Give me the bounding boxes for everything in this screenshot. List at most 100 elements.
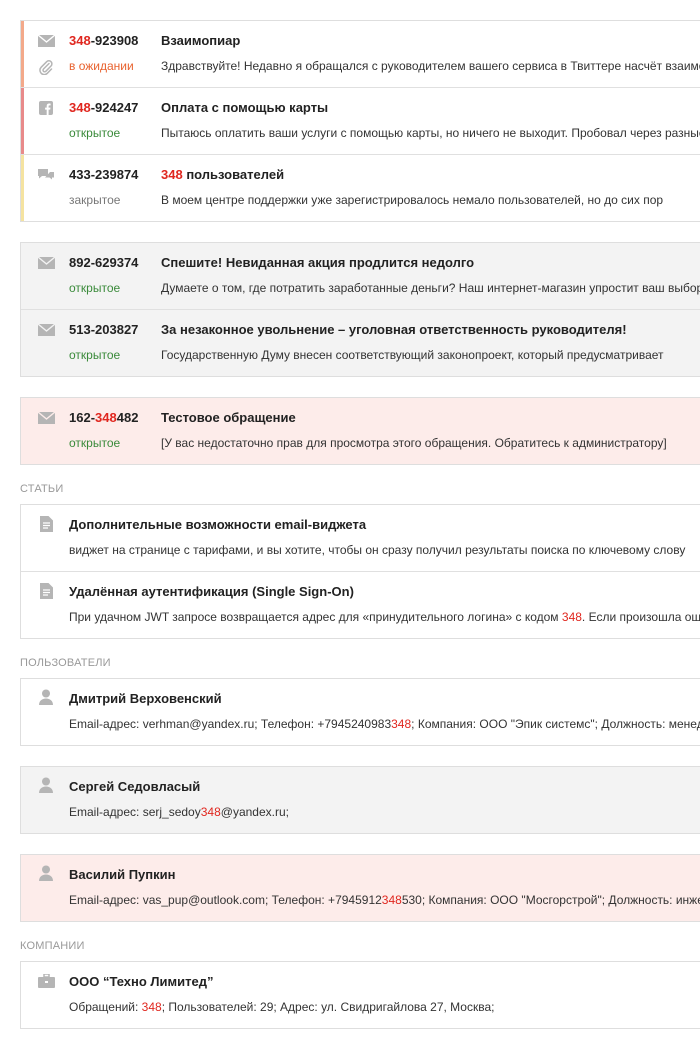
- section-header-users: ПОЛЬЗОВАТЕЛИ: [20, 657, 111, 669]
- ticket-row[interactable]: 348-923908 Взаимопиар в ожидании Здравст…: [21, 21, 700, 88]
- section-header-companies: КОМПАНИИ: [20, 940, 85, 952]
- ticket-status: в ожидании: [69, 59, 134, 73]
- user-name[interactable]: Сергей Седовласый: [69, 779, 200, 794]
- user-details-part: 530; Компания: ООО "Мосгорстрой"; Должно…: [401, 893, 700, 907]
- ticket-row[interactable]: 513-203827 За незаконное увольнение – уг…: [21, 310, 700, 376]
- tickets-group: 162-348482 Тестовое обращение открытое […: [20, 397, 700, 465]
- ticket-number[interactable]: 348-923908: [69, 33, 138, 48]
- user-details-part: Email-адрес: verhman@yandex.ru; Телефон:…: [69, 717, 392, 731]
- article-title[interactable]: Удалённая аутентификация (Single Sign-On…: [69, 584, 354, 599]
- article-row[interactable]: Удалённая аутентификация (Single Sign-On…: [21, 572, 700, 638]
- user-details-part: Email-адрес: vas_pup@outlook.com; Телефо…: [69, 893, 382, 907]
- user-card: Василий Пупкин Email-адрес: vas_pup@outl…: [20, 854, 700, 922]
- ticket-row[interactable]: 348-924247 Оплата с помощью карты открыт…: [21, 88, 700, 155]
- ticket-title[interactable]: Оплата с помощью карты: [161, 100, 328, 115]
- company-name[interactable]: ООО “Техно Лимитед”: [69, 974, 214, 989]
- tickets-group: 348-923908 Взаимопиар в ожидании Здравст…: [20, 20, 700, 222]
- ticket-excerpt: Пытаюсь оплатить ваши услуги с помощью к…: [161, 126, 700, 140]
- company-details-part: Обращений:: [69, 1000, 142, 1014]
- ticket-excerpt: Государственную Думу внесен соответствую…: [161, 348, 664, 362]
- priority-stripe: [21, 88, 24, 154]
- article-row[interactable]: Дополнительные возможности email-виджета…: [21, 505, 700, 572]
- ticket-title[interactable]: За незаконное увольнение – уголовная отв…: [161, 322, 627, 337]
- mail-icon: [37, 410, 55, 426]
- ticket-number-rest: -923908: [90, 33, 139, 48]
- company-details-match: 348: [141, 1000, 162, 1014]
- tickets-group: 892-629374 Спешите! Невиданная акция про…: [20, 242, 700, 377]
- priority-stripe: [21, 21, 24, 87]
- ticket-title[interactable]: Спешите! Невиданная акция продлится недо…: [161, 255, 474, 270]
- user-details-part: Email-адрес: serj_sedoy: [69, 805, 201, 819]
- paperclip-icon: [37, 59, 55, 75]
- ticket-row[interactable]: 892-629374 Спешите! Невиданная акция про…: [21, 243, 700, 310]
- ticket-number[interactable]: 892-629374: [69, 255, 138, 270]
- ticket-status: закрытое: [69, 193, 121, 207]
- ticket-status: открытое: [69, 126, 121, 140]
- ticket-status: открытое: [69, 281, 121, 295]
- article-excerpt: При удачном JWT запросе возвращается адр…: [69, 610, 700, 624]
- article-excerpt-part: При удачном JWT запросе возвращается адр…: [69, 610, 562, 624]
- section-header-articles: СТАТЬИ: [20, 483, 64, 495]
- user-details: Email-адрес: verhman@yandex.ru; Телефон:…: [69, 717, 700, 731]
- articles-group: Дополнительные возможности email-виджета…: [20, 504, 700, 639]
- ticket-excerpt: Думаете о том, где потратить заработанны…: [161, 281, 700, 295]
- user-details-part: @yandex.ru;: [220, 805, 289, 819]
- ticket-title[interactable]: Взаимопиар: [161, 33, 240, 48]
- ticket-row[interactable]: 433-239874 348 пользователей закрытое В …: [21, 155, 700, 221]
- ticket-number-match: 348: [69, 100, 91, 115]
- ticket-excerpt: [У вас недостаточно прав для просмотра э…: [161, 436, 667, 450]
- company-card: ООО “Техно Лимитед” Обращений: 348; Поль…: [20, 961, 700, 1029]
- article-title[interactable]: Дополнительные возможности email-виджета: [69, 517, 366, 532]
- document-icon: [37, 516, 55, 532]
- article-excerpt: виджет на странице с тарифами, и вы хоти…: [69, 543, 686, 557]
- company-details: Обращений: 348; Пользователей: 29; Адрес…: [69, 1000, 494, 1014]
- user-name[interactable]: Дмитрий Верховенский: [69, 691, 222, 706]
- user-row[interactable]: Сергей Седовласый Email-адрес: serj_sedo…: [21, 767, 700, 833]
- ticket-number-match: 348: [69, 33, 91, 48]
- ticket-title[interactable]: 348 пользователей: [161, 167, 284, 182]
- article-excerpt-part: . Если произошла ошибка: [581, 610, 700, 624]
- ticket-number[interactable]: 348-924247: [69, 100, 138, 115]
- user-card: Дмитрий Верховенский Email-адрес: verhma…: [20, 678, 700, 746]
- ticket-number[interactable]: 433-239874: [69, 167, 138, 182]
- ticket-status: открытое: [69, 436, 121, 450]
- ticket-excerpt: В моем центре поддержки уже зарегистриро…: [161, 193, 664, 207]
- company-row[interactable]: ООО “Техно Лимитед” Обращений: 348; Поль…: [21, 962, 700, 1028]
- ticket-number[interactable]: 513-203827: [69, 322, 138, 337]
- facebook-icon: [37, 100, 55, 116]
- search-results: 348-923908 Взаимопиар в ожидании Здравст…: [0, 0, 700, 1049]
- chat-icon: [37, 167, 55, 183]
- ticket-excerpt: Здравствуйте! Недавно я обращался с руко…: [161, 59, 700, 73]
- user-details-match: 348: [391, 717, 412, 731]
- document-icon: [37, 583, 55, 599]
- mail-icon: [37, 255, 55, 271]
- ticket-title-match: 348: [161, 167, 183, 182]
- user-icon: [37, 865, 55, 881]
- user-details: Email-адрес: serj_sedoy348@yandex.ru;: [69, 805, 289, 819]
- article-excerpt-match: 348: [561, 610, 582, 624]
- ticket-number-part: 482: [116, 410, 139, 425]
- ticket-title[interactable]: Тестовое обращение: [161, 410, 296, 425]
- ticket-number[interactable]: 162-348482: [69, 410, 138, 425]
- mail-icon: [37, 322, 55, 338]
- user-row[interactable]: Василий Пупкин Email-адрес: vas_pup@outl…: [21, 855, 700, 921]
- ticket-number-match: 348: [95, 410, 117, 425]
- company-details-part: ; Пользователей: 29; Адрес: ул. Свидрига…: [161, 1000, 495, 1014]
- user-details-match: 348: [381, 893, 402, 907]
- ticket-title-rest: пользователей: [182, 167, 285, 182]
- ticket-row[interactable]: 162-348482 Тестовое обращение открытое […: [21, 398, 700, 464]
- briefcase-icon: [37, 973, 55, 989]
- user-name[interactable]: Василий Пупкин: [69, 867, 175, 882]
- user-details-part: ; Компания: ООО "Эпик системс"; Должност…: [411, 717, 700, 731]
- ticket-number-part: 162-: [69, 410, 96, 425]
- ticket-number-rest: -924247: [90, 100, 139, 115]
- ticket-status: открытое: [69, 348, 121, 362]
- user-card: Сергей Седовласый Email-адрес: serj_sedo…: [20, 766, 700, 834]
- user-row[interactable]: Дмитрий Верховенский Email-адрес: verhma…: [21, 679, 700, 745]
- user-icon: [37, 777, 55, 793]
- priority-stripe: [21, 155, 24, 221]
- user-details-match: 348: [200, 805, 221, 819]
- mail-icon: [37, 33, 55, 49]
- user-details: Email-адрес: vas_pup@outlook.com; Телефо…: [69, 893, 700, 907]
- user-icon: [37, 689, 55, 705]
